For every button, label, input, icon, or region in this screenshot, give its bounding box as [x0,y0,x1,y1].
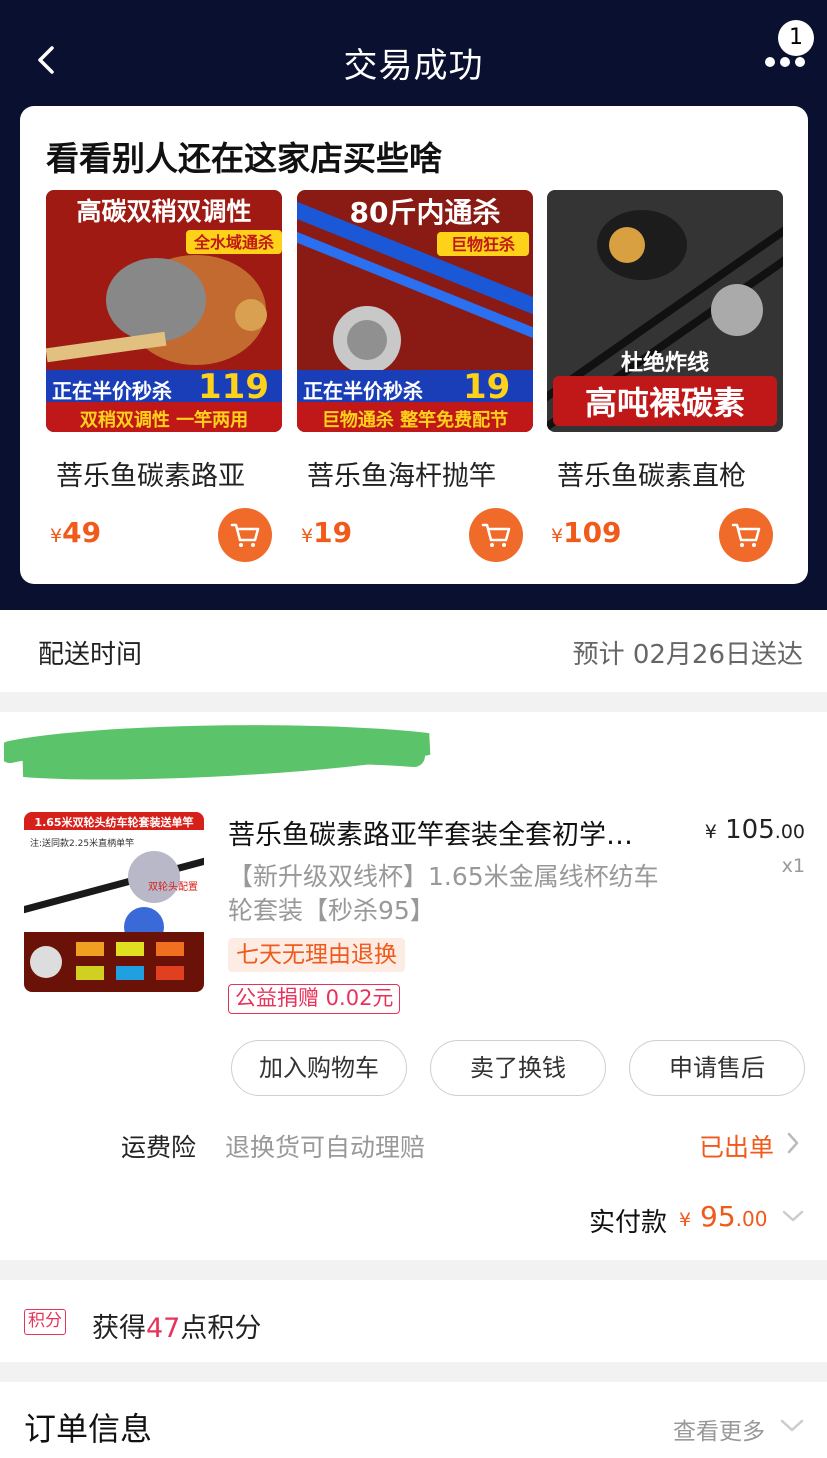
thumb-tag: 双轮头配置 [148,880,198,893]
cart-icon [481,523,511,547]
delivery-estimate: 预计 02月26日送达 [572,640,803,670]
charity-badge: 公益捐赠 0.02元 [228,984,401,1014]
banner-tag: 巨物狂杀 [451,235,515,254]
promo-text: 正在半价秒杀 [303,379,423,403]
chevron-down-icon[interactable] [780,1206,806,1226]
header-background: 交易成功 1 看看别人还在这家店买些啥 高碳双稍双调性 全水域通杀 正在半价秒杀… [0,0,827,610]
product-price: ¥109 [551,516,622,549]
recommend-product-3[interactable]: 杜绝炸线 高吨裸碳素 菩乐鱼碳素直枪 ¥109 [547,190,783,562]
add-to-cart-button[interactable]: 加入购物车 [231,1040,407,1096]
view-more-link[interactable]: 查看更多 [673,1412,765,1446]
order-info-title: 订单信息 [24,1410,153,1448]
points-text: 获得47点积分 [92,1313,262,1344]
banner-text: 80斤内通杀 [350,196,501,229]
promo-subtext: 高吨裸碳素 [585,384,745,422]
banner-text: 高碳双稍双调性 [76,197,251,226]
product-image[interactable]: 杜绝炸线 高吨裸碳素 [547,190,783,432]
points-tag: 积分 [24,1309,66,1335]
order-item-thumbnail[interactable]: 1.65米双轮头纺车轮套装送单竿 注:送同款2.25米直柄单竿 双轮头配置 [24,812,204,992]
chevron-down-icon[interactable] [778,1416,806,1436]
promo-subtext: 双稍双调性 一竿两用 [80,409,248,431]
order-item-title[interactable]: 菩乐鱼碳素路亚竿套装全套初学… [228,813,633,852]
recommendation-card: 看看别人还在这家店买些啥 高碳双稍双调性 全水域通杀 正在半价秒杀 119 双稍… [20,106,808,584]
order-item-sku: 【新升级双线杯】1.65米金属线杯纺车轮套装【秒杀95】 [228,862,659,925]
add-to-cart-button[interactable] [218,508,272,562]
banner-text: 杜绝炸线 [621,350,709,376]
notification-badge: 1 [778,20,814,56]
add-to-cart-button[interactable] [719,508,773,562]
after-sale-button[interactable]: 申请售后 [629,1040,805,1096]
page-title: 交易成功 [343,46,484,86]
promo-price: 19 [463,367,510,407]
delivery-section: 配送时间 预计 02月26日送达 [0,610,827,692]
promo-text: 正在半价秒杀 [52,379,172,403]
points-section: 获得47点积分 [0,1280,827,1362]
recommend-product-2[interactable]: 80斤内通杀 巨物狂杀 正在半价秒杀 19 巨物通杀 整竿免费配节 菩乐鱼海杆抛… [297,190,533,562]
recommend-product-1[interactable]: 高碳双稍双调性 全水域通杀 正在半价秒杀 119 双稍双调性 一竿两用 菩乐鱼碳… [46,190,282,562]
delivery-label: 配送时间 [38,640,143,670]
cart-icon [230,523,260,547]
add-to-cart-button[interactable] [469,508,523,562]
product-image[interactable]: 高碳双稍双调性 全水域通杀 正在半价秒杀 119 双稍双调性 一竿两用 [46,190,282,432]
resell-button[interactable]: 卖了换钱 [430,1040,606,1096]
payment-label: 实付款 [589,1208,668,1238]
product-image[interactable]: 80斤内通杀 巨物狂杀 正在半价秒杀 19 巨物通杀 整竿免费配节 [297,190,533,432]
thumb-note: 注:送同款2.25米直柄单竿 [30,837,134,849]
product-price: ¥49 [50,516,102,549]
payment-amount: ¥ 95.00 [679,1200,768,1233]
shipping-insurance-desc: 退换货可自动理赔 [225,1133,426,1162]
product-name[interactable]: 菩乐鱼海杆抛竿 [307,454,496,493]
product-name[interactable]: 菩乐鱼碳素路亚 [56,454,245,493]
cart-icon [731,523,761,547]
chevron-right-icon [787,1132,799,1154]
shipping-insurance-status: 已出单 [699,1133,775,1162]
product-price: ¥19 [301,516,353,549]
order-item-quantity: x1 [781,855,805,877]
product-name[interactable]: 菩乐鱼碳素直枪 [557,454,746,493]
order-item-price: ¥ 105.00 [704,815,805,845]
recommendation-title: 看看别人还在这家店买些啥 [46,139,442,178]
redacted-shop-name-scribble [4,725,431,780]
return-policy-badge: 七天无理由退换 [228,938,405,972]
promo-price: 119 [198,367,269,407]
promo-subtext: 巨物通杀 整竿免费配节 [322,409,508,431]
banner-tag: 全水域通杀 [193,233,274,252]
shipping-insurance-label: 运费险 [121,1133,197,1162]
thumb-banner: 1.65米双轮头纺车轮套装送单竿 [34,815,193,829]
order-info-section: 订单信息 查看更多 [0,1382,827,1458]
